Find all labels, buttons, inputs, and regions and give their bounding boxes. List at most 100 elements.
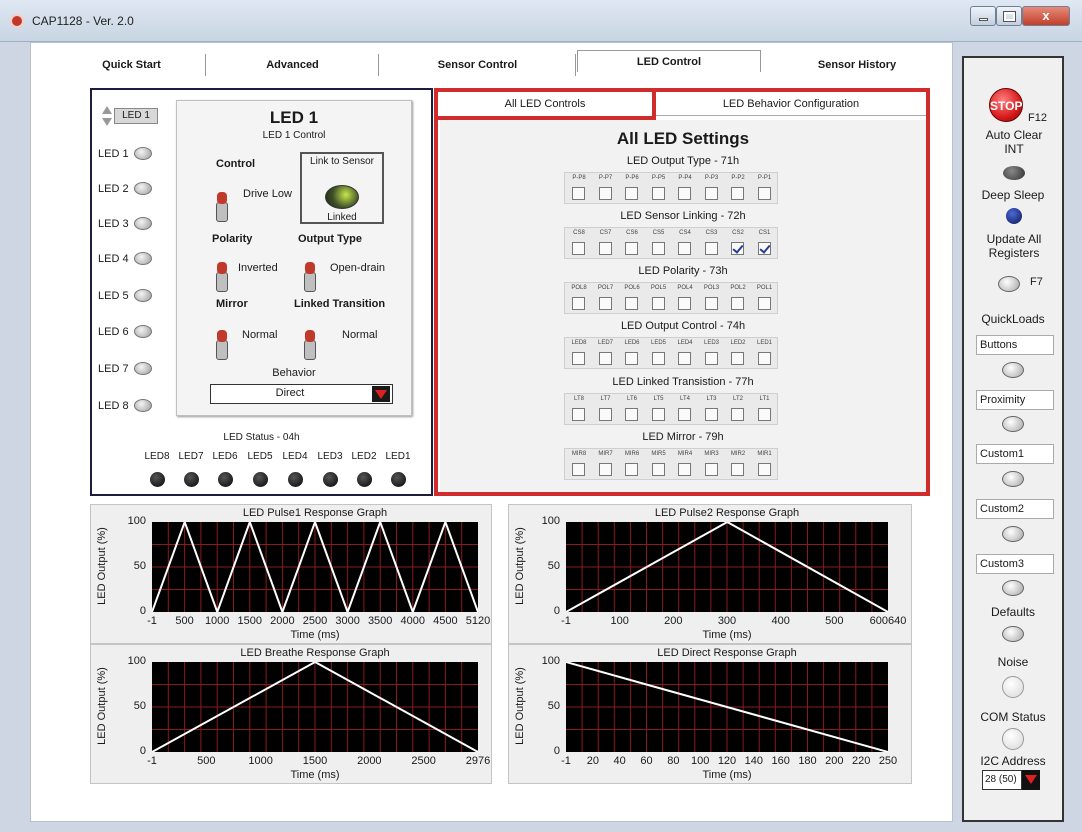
register-bit-checkbox[interactable]: [598, 463, 612, 476]
register-bit-checkbox[interactable]: [731, 352, 744, 365]
control-toggle[interactable]: [216, 192, 228, 222]
com-status-indicator: [1002, 728, 1024, 750]
close-button[interactable]: x: [1022, 6, 1070, 26]
register-bit-checkbox[interactable]: [757, 408, 771, 421]
register-bit-label: POL1: [756, 285, 773, 291]
register-bit-label: CS1: [758, 230, 771, 236]
x-tick-label: 1500: [302, 755, 328, 767]
register-bit-checkbox[interactable]: [598, 408, 612, 421]
tab-led-control[interactable]: LED Control: [577, 50, 761, 72]
register-bit-checkbox[interactable]: [598, 242, 612, 255]
register-bit-checkbox[interactable]: [757, 297, 771, 310]
tab-all-led-controls[interactable]: All LED Controls: [434, 88, 656, 120]
register-bit-checkbox[interactable]: [625, 352, 638, 365]
quickload-buttons-button[interactable]: [1002, 362, 1024, 378]
led-indicator-8: [134, 399, 152, 412]
stop-shortcut: F12: [1028, 112, 1047, 124]
register-bit-checkbox[interactable]: [704, 408, 718, 421]
led-indicator-2: [134, 182, 152, 195]
led-selector-value[interactable]: LED 1: [114, 108, 158, 124]
register-bit-checkbox[interactable]: [731, 408, 744, 421]
register-bit-checkbox[interactable]: [598, 187, 612, 200]
register-bit-checkbox[interactable]: [757, 187, 771, 200]
deep-sleep-indicator[interactable]: [1006, 208, 1022, 224]
register-bit-checkbox[interactable]: [625, 408, 638, 421]
register-bit-checkbox[interactable]: [704, 463, 718, 476]
register-bit-label: LED3: [703, 340, 719, 346]
linked-transition-toggle[interactable]: [304, 330, 316, 360]
register-bit-checkbox[interactable]: [757, 352, 771, 365]
register-bit-checkbox[interactable]: [598, 352, 612, 365]
tab-sensor-control[interactable]: Sensor Control: [380, 54, 576, 76]
register-bit-checkbox[interactable]: [572, 352, 585, 365]
led-status-label: LED Status - 04h: [223, 432, 300, 443]
output-type-label: Output Type: [298, 233, 362, 245]
register-bit-checkbox[interactable]: [704, 297, 718, 310]
register-bit-checkbox[interactable]: [572, 463, 585, 476]
auto-clear-indicator[interactable]: [1003, 166, 1025, 180]
polarity-toggle[interactable]: [216, 262, 228, 292]
register-bit-checkbox[interactable]: [757, 242, 771, 255]
register-bit-label: LT4: [680, 396, 690, 402]
quickload-name: Buttons: [976, 335, 1054, 355]
register-bit-checkbox[interactable]: [572, 297, 585, 310]
tab-advanced[interactable]: Advanced: [207, 54, 379, 76]
defaults-button[interactable]: [1002, 626, 1024, 642]
register-bit-checkbox[interactable]: [651, 463, 665, 476]
chevron-down-icon[interactable]: [1022, 770, 1040, 790]
mirror-toggle[interactable]: [216, 330, 228, 360]
register-bit-checkbox[interactable]: [572, 408, 585, 421]
register-bit-checkbox[interactable]: [731, 187, 744, 200]
register-bit-checkbox[interactable]: [651, 187, 665, 200]
register-bit-checkbox[interactable]: [651, 352, 665, 365]
register-bit-checkbox[interactable]: [625, 463, 638, 476]
register-bit-group: CS8 CS7 CS6 CS5 CS4 CS3 CS2 CS1: [564, 227, 778, 259]
quickload-custom1-button[interactable]: [1002, 471, 1024, 487]
status-led-8: [150, 472, 165, 487]
register-bit-checkbox[interactable]: [678, 297, 691, 310]
maximize-button[interactable]: [996, 6, 1022, 26]
tab-quick-start[interactable]: Quick Start: [58, 54, 206, 76]
register-bit-checkbox[interactable]: [678, 408, 691, 421]
register-bit-checkbox[interactable]: [651, 297, 665, 310]
register-bit-checkbox[interactable]: [704, 352, 718, 365]
register-bit-checkbox[interactable]: [625, 187, 638, 200]
register-bit-checkbox[interactable]: [651, 242, 665, 255]
polarity-value: Inverted: [238, 262, 278, 274]
graph-y-axis-label: LED Output (%): [96, 667, 108, 745]
register-bit-checkbox[interactable]: [731, 242, 744, 255]
quickload-name: Custom3: [976, 554, 1054, 574]
quickload-proximity-button[interactable]: [1002, 416, 1024, 432]
register-bit-checkbox[interactable]: [757, 463, 771, 476]
register-bit-checkbox[interactable]: [678, 352, 691, 365]
register-bit-checkbox[interactable]: [704, 242, 718, 255]
chevron-down-icon[interactable]: [372, 386, 390, 402]
window-title: CAP1128 - Ver. 2.0: [32, 14, 134, 28]
tab-sensor-history[interactable]: Sensor History: [762, 54, 952, 76]
i2c-address-dropdown[interactable]: 28 (50): [982, 770, 1022, 790]
register-bit-checkbox[interactable]: [651, 408, 665, 421]
register-bit-checkbox[interactable]: [625, 242, 638, 255]
register-bit-label: LT2: [733, 396, 743, 402]
quickload-custom3-button[interactable]: [1002, 580, 1024, 596]
link-indicator[interactable]: [325, 185, 359, 209]
minimize-button[interactable]: [970, 6, 996, 26]
register-bit-checkbox[interactable]: [598, 297, 612, 310]
register-bit-checkbox[interactable]: [704, 187, 718, 200]
register-bit-checkbox[interactable]: [625, 297, 638, 310]
stop-button[interactable]: STOP: [989, 88, 1023, 122]
quickload-custom2-button[interactable]: [1002, 526, 1024, 542]
tab-led-behavior-configuration[interactable]: LED Behavior Configuration: [656, 92, 926, 116]
register-bit-group: POL8 POL7 POL6 POL5 POL4 POL3 POL2 POL1: [564, 282, 778, 314]
register-bit-checkbox[interactable]: [731, 463, 744, 476]
register-bit-checkbox[interactable]: [678, 187, 691, 200]
register-bit-label: CS6: [626, 230, 638, 236]
graph-x-axis-label: Time (ms): [290, 769, 340, 781]
register-bit-checkbox[interactable]: [572, 242, 585, 255]
register-bit-checkbox[interactable]: [572, 187, 585, 200]
update-registers-button[interactable]: [998, 276, 1020, 292]
register-bit-checkbox[interactable]: [678, 242, 691, 255]
output-type-toggle[interactable]: [304, 262, 316, 292]
register-bit-checkbox[interactable]: [731, 297, 744, 310]
register-bit-checkbox[interactable]: [678, 463, 691, 476]
